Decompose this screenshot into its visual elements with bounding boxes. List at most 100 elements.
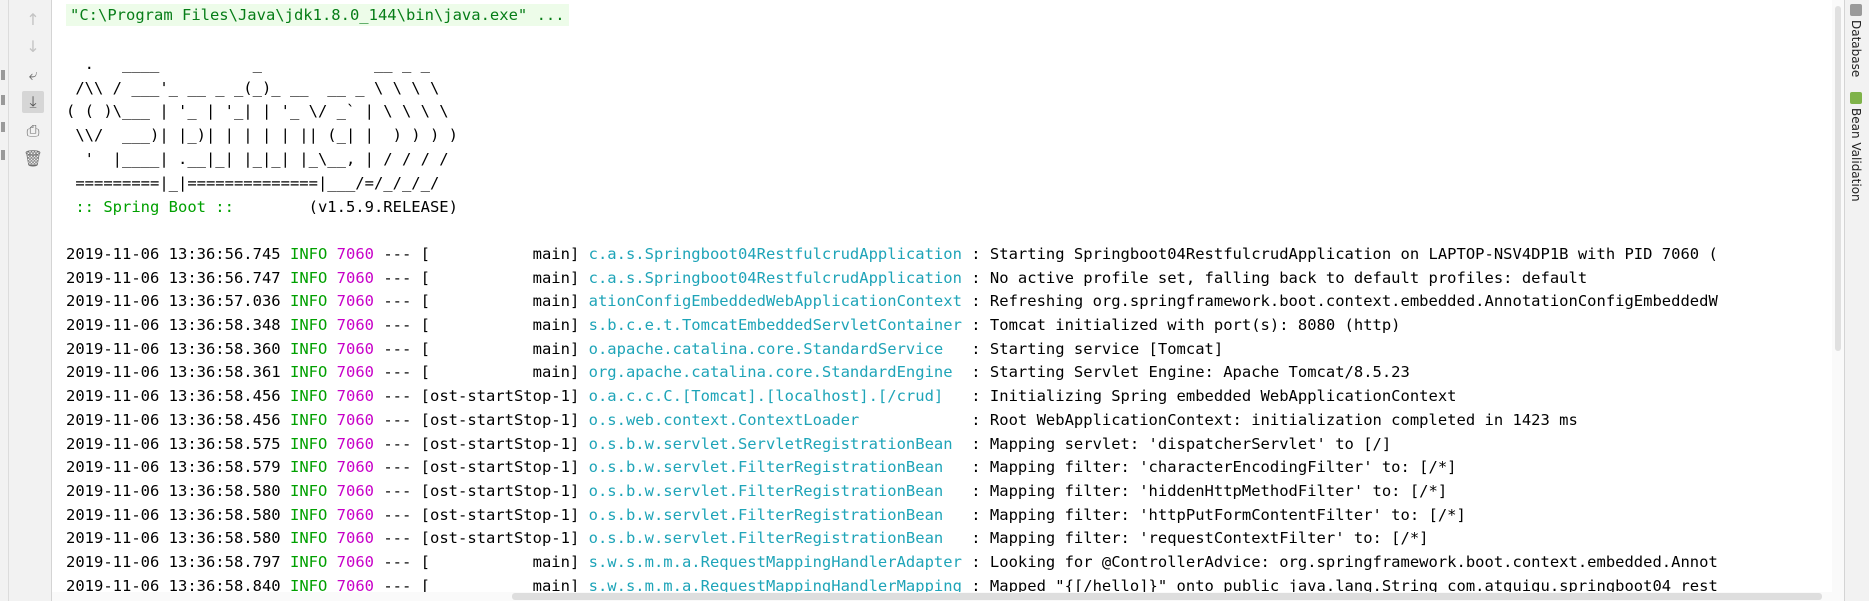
tab-database-label: Database [1849, 20, 1863, 78]
spring-boot-version-line: :: Spring Boot :: (v1.5.9.RELEASE) [66, 196, 458, 218]
gutter-marker [1, 122, 5, 132]
log-logger: o.s.b.w.servlet.ServletRegistrationBean [588, 434, 962, 453]
log-level: INFO [289, 292, 328, 311]
log-pid: 7060 [336, 268, 374, 287]
log-timestamp: 2019-11-06 13:36:57.036 [66, 292, 281, 311]
log-pid: 7060 [336, 387, 374, 406]
log-timestamp: 2019-11-06 13:36:58.580 [66, 481, 281, 500]
log-pid: 7060 [336, 458, 374, 477]
log-logger: org.apache.catalina.core.StandardEngine [588, 363, 962, 382]
log-thread: [ main] [420, 363, 580, 382]
log-separator: --- [373, 387, 421, 406]
spring-boot-version: (v1.5.9.RELEASE) [243, 198, 458, 216]
log-timestamp: 2019-11-06 13:36:58.361 [66, 363, 281, 382]
console-output[interactable]: "C:\Program Files\Java\jdk1.8.0_144\bin\… [52, 0, 1832, 601]
log-separator: --- [373, 339, 421, 358]
log-logger: o.s.b.w.servlet.FilterRegistrationBean [588, 458, 962, 477]
log-message: : Starting Servlet Engine: Apache Tomcat… [961, 363, 1410, 382]
log-pid: 7060 [336, 434, 374, 453]
log-row: 2019-11-06 13:36:58.360 INFO 7060 --- [ … [66, 338, 1718, 362]
log-row: 2019-11-06 13:36:58.580 INFO 7060 --- [o… [66, 527, 1718, 551]
log-pid: 7060 [336, 339, 374, 358]
log-separator: --- [373, 363, 421, 382]
log-level: INFO [289, 505, 328, 524]
log-thread: [ost-startStop-1] [420, 410, 580, 429]
log-row: 2019-11-06 13:36:58.456 INFO 7060 --- [o… [66, 385, 1718, 409]
trash-icon[interactable]: 🗑 [22, 147, 44, 169]
soft-wrap-icon[interactable]: ⤶ [22, 64, 44, 86]
vertical-scroll-thumb[interactable] [1835, 6, 1841, 351]
gutter-marker [1, 150, 5, 160]
scroll-to-end-icon[interactable]: ⤓ [22, 91, 44, 113]
log-logger: o.apache.catalina.core.StandardService [588, 339, 962, 358]
log-thread: [ main] [420, 268, 580, 287]
log-pid: 7060 [336, 363, 374, 382]
log-pid: 7060 [336, 410, 374, 429]
down-arrow-icon[interactable]: ↓ [22, 35, 44, 57]
log-row: 2019-11-06 13:36:58.580 INFO 7060 --- [o… [66, 504, 1718, 528]
log-message: : Mapping filter: 'requestContextFilter'… [961, 529, 1429, 548]
horizontal-scroll-thumb[interactable] [512, 593, 1822, 600]
log-separator: --- [373, 316, 421, 335]
log-timestamp: 2019-11-06 13:36:58.456 [66, 410, 281, 429]
log-separator: --- [373, 292, 421, 311]
log-thread: [ main] [420, 292, 580, 311]
log-level: INFO [289, 410, 328, 429]
log-level: INFO [289, 363, 328, 382]
gutter-marker [1, 70, 5, 80]
log-level: INFO [289, 316, 328, 335]
log-level: INFO [289, 552, 328, 571]
log-thread: [ main] [420, 552, 580, 571]
log-thread: [ main] [420, 316, 580, 335]
log-row: 2019-11-06 13:36:57.036 INFO 7060 --- [ … [66, 290, 1718, 314]
log-timestamp: 2019-11-06 13:36:56.745 [66, 245, 281, 263]
log-separator: --- [373, 481, 421, 500]
log-pid: 7060 [336, 292, 374, 311]
up-arrow-icon[interactable]: ↑ [22, 8, 44, 30]
log-thread: [ost-startStop-1] [420, 458, 580, 477]
right-tool-strip: Database Bean Validation [1844, 0, 1869, 601]
log-timestamp: 2019-11-06 13:36:56.747 [66, 268, 281, 287]
log-message: : Initializing Spring embedded WebApplic… [961, 387, 1457, 406]
log-timestamp: 2019-11-06 13:36:58.575 [66, 434, 281, 453]
log-row: 2019-11-06 13:36:56.745 INFO 7060 --- [ … [66, 243, 1718, 267]
tab-bean-validation-label: Bean Validation [1849, 108, 1863, 202]
log-thread: [ost-startStop-1] [420, 505, 580, 524]
log-message: : Mapping filter: 'characterEncodingFilt… [961, 458, 1457, 477]
log-separator: --- [373, 434, 421, 453]
run-command: "C:\Program Files\Java\jdk1.8.0_144\bin\… [66, 4, 569, 26]
log-level: INFO [289, 481, 328, 500]
log-separator: --- [373, 410, 421, 429]
log-separator: --- [373, 505, 421, 524]
log-message: : Looking for @ControllerAdvice: org.spr… [961, 552, 1718, 571]
log-pid: 7060 [336, 529, 374, 548]
log-logger: s.b.c.e.t.TomcatEmbeddedServletContainer [588, 316, 962, 335]
tab-database[interactable]: Database [1849, 4, 1863, 77]
log-logger: c.a.s.Springboot04RestfulcrudApplication [588, 245, 962, 263]
log-message: : Starting service [Tomcat] [961, 339, 1224, 358]
log-separator: --- [373, 552, 421, 571]
log-logger: c.a.s.Springboot04RestfulcrudApplication [588, 268, 962, 287]
log-logger: o.s.web.context.ContextLoader [588, 410, 962, 429]
log-level: INFO [289, 339, 328, 358]
tab-bean-validation[interactable]: Bean Validation [1849, 92, 1863, 202]
log-separator: --- [373, 529, 421, 548]
log-message: : Mapping filter: 'httpPutFormContentFil… [961, 505, 1466, 524]
print-icon[interactable]: ⎙ [22, 120, 44, 142]
log-pid: 7060 [336, 505, 374, 524]
log-row: 2019-11-06 13:36:58.797 INFO 7060 --- [ … [66, 551, 1718, 575]
left-gutter [0, 0, 9, 601]
log-pid: 7060 [336, 552, 374, 571]
log-timestamp: 2019-11-06 13:36:58.580 [66, 529, 281, 548]
log-thread: [ main] [420, 245, 580, 263]
vertical-scrollbar[interactable] [1832, 0, 1844, 601]
log-level: INFO [289, 529, 328, 548]
log-level: INFO [289, 458, 328, 477]
log-message: : Starting Springboot04RestfulcrudApplic… [961, 245, 1718, 263]
log-timestamp: 2019-11-06 13:36:58.360 [66, 339, 281, 358]
horizontal-scrollbar[interactable] [52, 592, 1832, 601]
log-lines: 2019-11-06 13:36:56.745 INFO 7060 --- [ … [66, 243, 1718, 598]
log-thread: [ost-startStop-1] [420, 529, 580, 548]
log-level: INFO [289, 434, 328, 453]
log-message: : Tomcat initialized with port(s): 8080 … [961, 316, 1401, 335]
